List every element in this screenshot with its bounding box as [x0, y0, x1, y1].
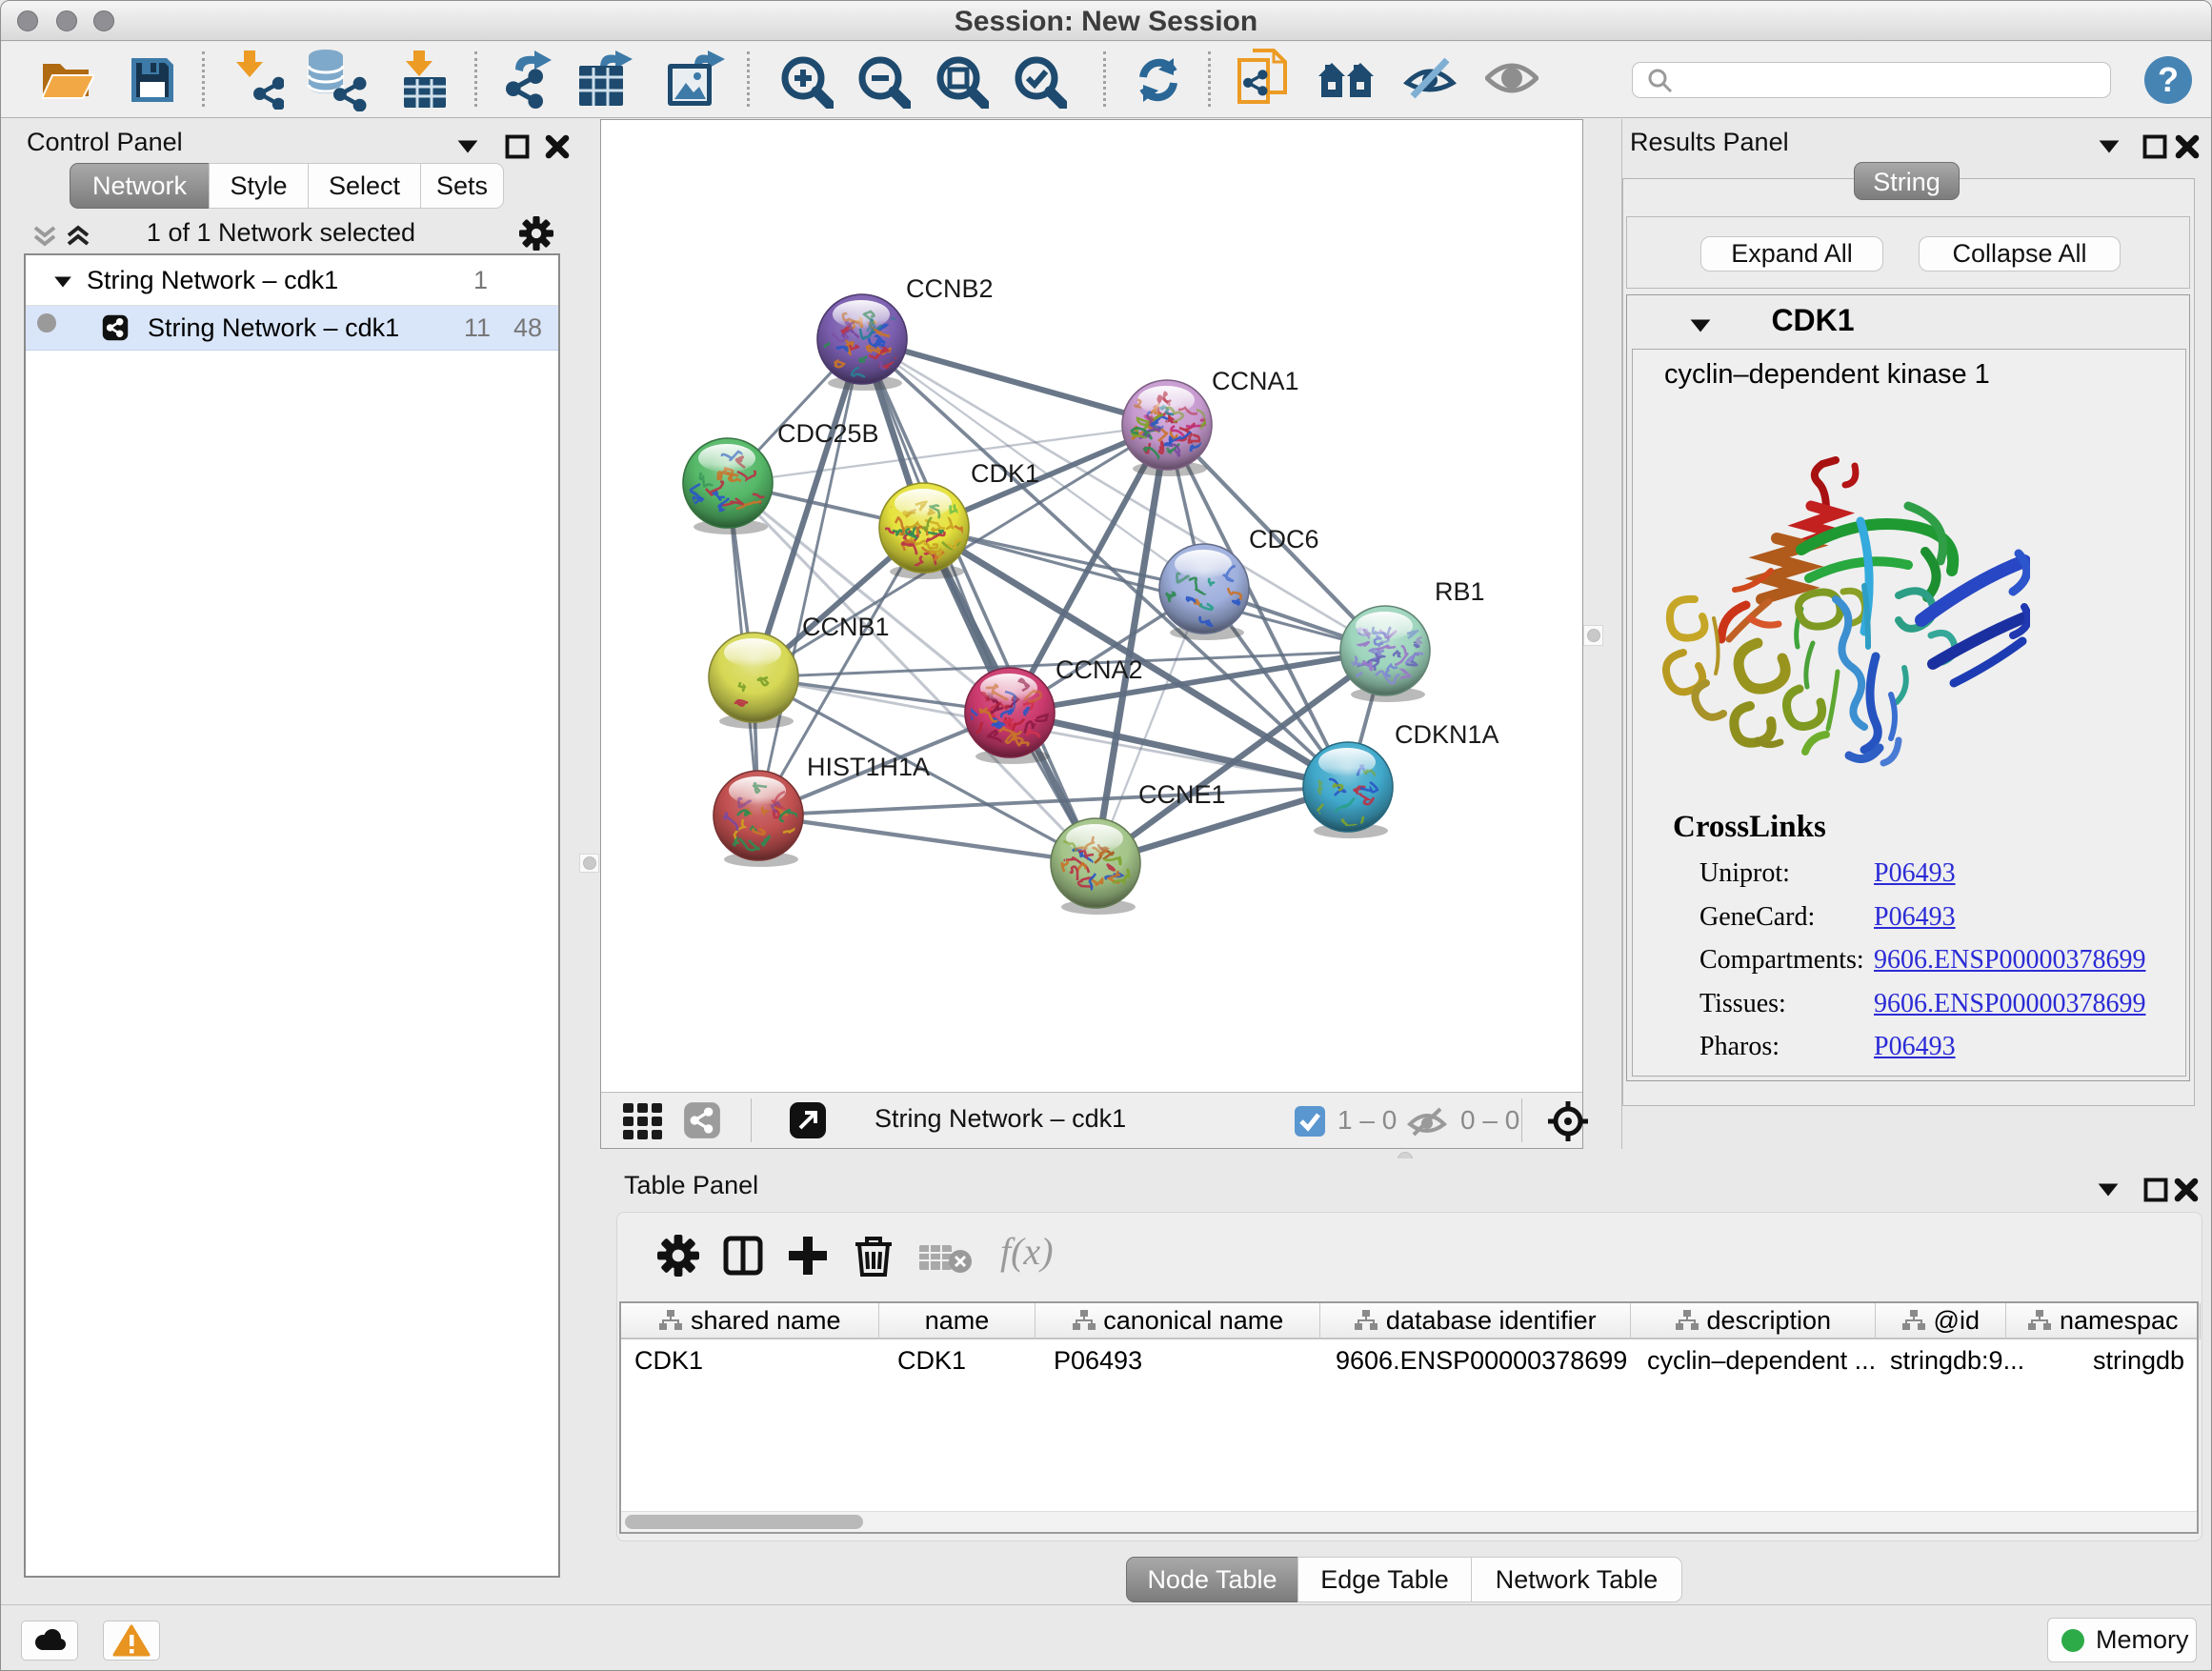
svg-text:HIST1H1A: HIST1H1A [807, 753, 930, 781]
svg-text:CCNE1: CCNE1 [1138, 780, 1226, 809]
svg-text:?: ? [2158, 60, 2179, 99]
svg-text:CCNB2: CCNB2 [906, 274, 994, 303]
svg-text:CDC25B: CDC25B [777, 419, 879, 448]
svg-text:CCNA2: CCNA2 [1056, 655, 1143, 684]
svg-text:RB1: RB1 [1435, 577, 1485, 606]
svg-text:CDC6: CDC6 [1249, 525, 1319, 554]
svg-text:CDK1: CDK1 [971, 459, 1039, 488]
svg-text:CCNA1: CCNA1 [1212, 367, 1299, 395]
svg-text:CCNB1: CCNB1 [802, 613, 890, 641]
svg-text:CDKN1A: CDKN1A [1395, 720, 1499, 749]
